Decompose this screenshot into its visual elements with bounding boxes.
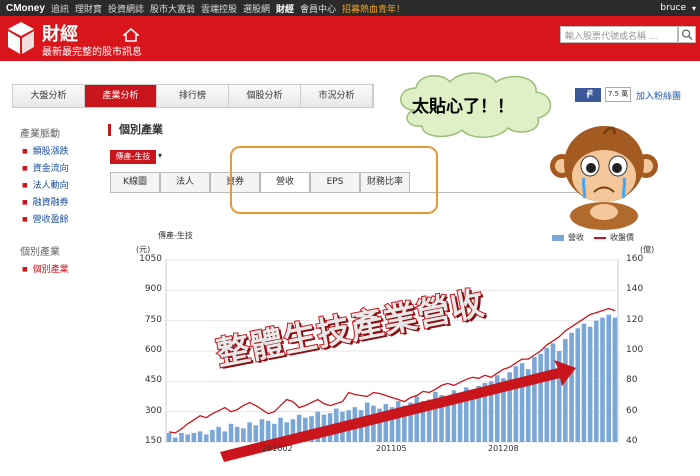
revenue-bar (166, 432, 172, 442)
y2-tick-label: 40 (626, 436, 638, 446)
revenue-bar (179, 432, 184, 442)
revenue-bar (532, 357, 537, 442)
revenue-bar (606, 314, 612, 442)
x-tick-label: 201105 (376, 444, 407, 453)
revenue-bar (210, 429, 215, 442)
revenue-chart (165, 259, 619, 462)
revenue-bar (544, 347, 550, 442)
revenue-bar (172, 437, 178, 442)
revenue-bar (538, 354, 543, 442)
y-tick-label: 900 (144, 284, 162, 295)
y-tick-label: 750 (144, 314, 162, 325)
revenue-bar (513, 366, 519, 442)
revenue-bar (550, 343, 556, 442)
y-tick-label: 450 (144, 375, 162, 386)
x-tick-label: 201002 (262, 444, 293, 453)
y-tick-label: 150 (144, 436, 162, 446)
y-tick-label: 600 (144, 345, 162, 355)
y2-tick-label: 100 (626, 345, 644, 355)
revenue-bar (265, 420, 271, 442)
revenue-bar (185, 434, 190, 442)
revenue-bar (581, 323, 587, 442)
revenue-bar (253, 425, 259, 442)
revenue-bar (612, 317, 618, 442)
revenue-bar (247, 422, 252, 442)
y-tick-label: 1050 (139, 254, 162, 264)
revenue-bar (228, 423, 234, 442)
revenue-bar (600, 317, 605, 442)
revenue-bar (575, 328, 581, 442)
y2-tick-label: 120 (626, 314, 644, 325)
y2-tick-label: 60 (626, 405, 638, 416)
revenue-bar (383, 404, 389, 442)
y2-tick-label: 80 (626, 375, 638, 386)
revenue-bar (197, 431, 203, 442)
revenue-bar (563, 338, 568, 442)
revenue-bar (222, 431, 228, 442)
revenue-bar (234, 426, 240, 442)
y2-tick-label: 160 (626, 254, 644, 264)
revenue-bar (519, 363, 525, 442)
revenue-bar (594, 320, 599, 442)
revenue-bar (191, 432, 197, 442)
revenue-bar (241, 428, 246, 442)
revenue-bar (216, 426, 221, 442)
revenue-bar (569, 332, 574, 442)
y2-tick-label: 140 (626, 284, 644, 295)
revenue-bar (587, 326, 593, 442)
revenue-bar (259, 419, 265, 442)
x-tick-label: 201208 (488, 444, 519, 453)
revenue-bar (203, 434, 209, 442)
revenue-bar (395, 401, 401, 442)
y-tick-label: 300 (144, 405, 162, 416)
